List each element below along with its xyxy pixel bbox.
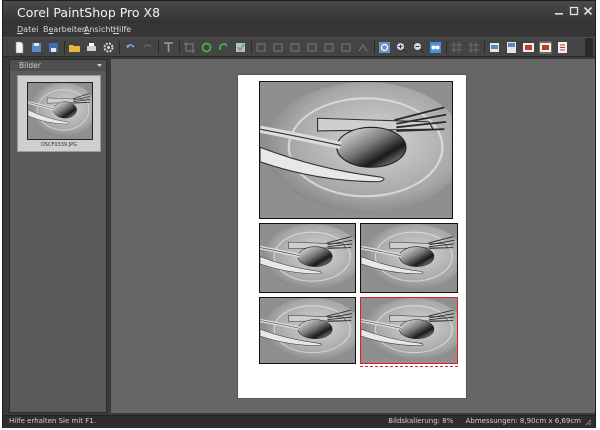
- image-thumbnail[interactable]: DSCF0339.JPG: [17, 75, 101, 152]
- align-left-icon[interactable]: [255, 41, 268, 54]
- rotate-right-icon[interactable]: [200, 41, 213, 54]
- template-icon[interactable]: [488, 41, 501, 54]
- distribute-icon[interactable]: [340, 41, 353, 54]
- menu-datei[interactable]: Datei: [17, 25, 38, 34]
- zoom-fit-icon[interactable]: [378, 41, 391, 54]
- cutlery-photo: [260, 82, 452, 218]
- cutlery-photo: [361, 224, 457, 292]
- print-layout-workspace: [111, 59, 595, 413]
- save-icon[interactable]: [30, 41, 43, 54]
- open-icon[interactable]: [68, 41, 81, 54]
- minimize-icon[interactable]: [554, 6, 564, 16]
- save-as-icon[interactable]: [47, 41, 60, 54]
- zoom-in-icon[interactable]: [395, 41, 408, 54]
- selection-marker: [360, 366, 458, 367]
- new-icon[interactable]: [13, 41, 26, 54]
- menu-ansicht[interactable]: Ansicht: [84, 25, 114, 34]
- close-preview-icon[interactable]: [539, 41, 552, 54]
- cutlery-photo: [260, 298, 355, 363]
- status-right: Bildskalierung: 8% Abmessungen: 8,90cm x…: [378, 417, 581, 425]
- toolbar: [3, 37, 595, 57]
- cutlery-photo: [260, 224, 355, 292]
- preview-icon[interactable]: [522, 41, 535, 54]
- photo-cell-large[interactable]: [259, 81, 453, 219]
- status-help-text: Hilfe erhalten Sie mit F1.: [9, 417, 96, 425]
- thumbnail-caption: DSCF0339.JPG: [40, 142, 78, 148]
- app-window: Corel PaintShop Pro X8 Datei Bearbeiten …: [2, 0, 596, 428]
- snap-icon[interactable]: [467, 41, 480, 54]
- toolbar-overflow-button[interactable]: [585, 38, 593, 56]
- window-title: Corel PaintShop Pro X8: [17, 5, 161, 20]
- layout-icon[interactable]: [505, 41, 518, 54]
- extra-icon[interactable]: [556, 41, 569, 54]
- close-icon[interactable]: [583, 6, 593, 16]
- grid-icon[interactable]: [450, 41, 463, 54]
- align-right-icon[interactable]: [289, 41, 302, 54]
- align-center-icon[interactable]: [272, 41, 285, 54]
- menu-bearbeiten[interactable]: Bearbeiten: [43, 25, 87, 34]
- settings-icon[interactable]: [102, 41, 115, 54]
- photo-cell-2[interactable]: [360, 223, 458, 293]
- status-dimensions: Abmessungen: 8,90cm x 6,69cm: [465, 417, 581, 425]
- photo-cell-3[interactable]: [259, 297, 356, 364]
- images-panel: Bilder DSCF0339.JPG: [9, 59, 107, 413]
- print-page: [238, 75, 466, 398]
- zoom-out-icon[interactable]: [412, 41, 425, 54]
- menu-hilfe[interactable]: Hilfe: [113, 25, 131, 34]
- photo-cell-1[interactable]: [259, 223, 356, 293]
- redo-icon[interactable]: [141, 41, 154, 54]
- title-bar: Corel PaintShop Pro X8: [3, 1, 595, 23]
- actual-size-icon[interactable]: [429, 41, 442, 54]
- status-scale: Bildskalierung: 8%: [388, 417, 454, 425]
- images-panel-header: Bilder: [10, 60, 106, 71]
- text-icon[interactable]: [162, 41, 175, 54]
- resize-grip-icon[interactable]: [585, 419, 592, 426]
- maximize-icon[interactable]: [569, 6, 579, 16]
- thumbnail-image: [27, 82, 93, 140]
- status-bar: Hilfe erhalten Sie mit F1. Bildskalierun…: [3, 415, 595, 428]
- fit-icon[interactable]: [234, 41, 247, 54]
- crop-icon[interactable]: [183, 41, 196, 54]
- arrange-icon[interactable]: [357, 41, 370, 54]
- images-panel-title: Bilder: [19, 61, 41, 70]
- undo-icon[interactable]: [124, 41, 137, 54]
- print-icon[interactable]: [85, 41, 98, 54]
- rotate-left-icon[interactable]: [217, 41, 230, 54]
- menu-bar: Datei Bearbeiten Ansicht Hilfe: [3, 23, 595, 37]
- photo-cell-4-selected[interactable]: [360, 297, 458, 364]
- cutlery-photo: [361, 298, 457, 363]
- align-top-icon[interactable]: [306, 41, 319, 54]
- panel-collapse-icon[interactable]: [97, 63, 102, 68]
- align-bottom-icon[interactable]: [323, 41, 336, 54]
